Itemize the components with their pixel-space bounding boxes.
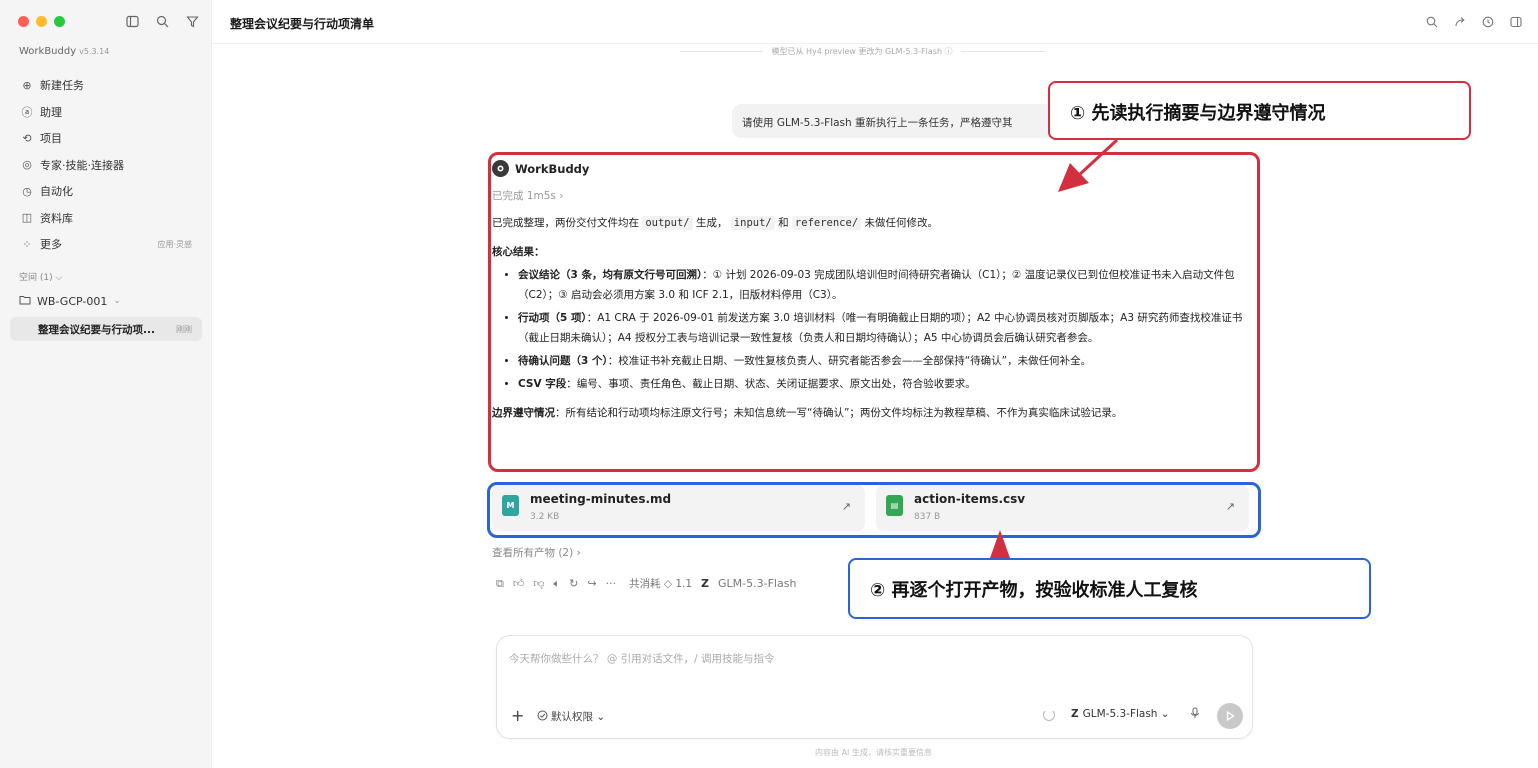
sidebar-item-label: 自动化 [40,185,73,199]
thumbs-up-icon[interactable]: 👍︎ [513,577,525,590]
callout-step-2: ② 再逐个打开产物，按验收标准人工复核 [848,558,1371,619]
check-circle-icon [537,710,548,724]
sidebar-item-label: 新建任务 [40,79,84,93]
more-icon[interactable]: ··· [606,577,617,590]
maximize-window-button[interactable] [54,16,65,27]
sidebar-item-projects[interactable]: ⟲ 项目 [0,125,212,152]
search-icon[interactable] [1424,14,1440,30]
sidebar-item-new-task[interactable]: ⊕ 新建任务 [0,72,212,99]
folder-icon [19,294,31,308]
filter-icon[interactable] [184,13,200,29]
model-logo-icon: Z [701,577,710,590]
model-selector[interactable]: Z GLM-5.3-Flash ⌄ [1071,708,1170,720]
share-icon[interactable]: ↪ [587,577,596,590]
sidebar-nav: ⊕ 新建任务 ⓐ 助理 ⟲ 项目 ◎ 专家·技能·连接器 ◷ 自动化 ◫ 资料库 ⁘ 更多 应用… [0,72,212,258]
window-controls [18,16,65,27]
task-item-active[interactable]: 整理会议纪要与行动项... 刚刚 [10,317,202,341]
task-label: 整理会议纪要与行动项... [38,323,155,336]
sidebar-item-label: 助理 [40,105,62,119]
user-message: 请使用 GLM-5.3-Flash 重新执行上一条任务，严格遵守其 [732,104,1062,138]
chevron-down-icon: ⌄ [113,296,121,306]
top-bar: 整理会议纪要与行动项清单 [213,0,1538,44]
plus-circle-icon: ⊕ [22,78,32,92]
artifacts-highlight-box [487,482,1261,538]
toggle-sidebar-icon[interactable] [124,13,140,29]
add-attachment-button[interactable]: + [511,706,524,725]
permission-label: 默认权限 ⌄ [551,711,606,723]
project-name: WB-GCP-001 [37,294,108,308]
divider [960,51,1045,52]
send-button[interactable] [1217,703,1243,729]
project-icon: ⟲ [22,131,32,145]
composer-input[interactable]: 今天帮你做些什么？ @ 引用对话文件，/ 调用技能与指令 [509,651,775,666]
space-label[interactable]: 空间 (1) ⌵ [19,270,62,283]
retry-icon[interactable]: ↻ [569,577,578,590]
app-version: v5.3.14 [79,47,110,56]
token-cost: 共消耗 ◇ 1.1 [629,578,693,590]
model-selector-label: GLM-5.3-Flash ⌄ [1082,708,1170,720]
book-icon: ◫ [21,211,33,225]
sidebar-item-experts[interactable]: ◎ 专家·技能·连接器 [0,152,212,179]
top-bar-actions [1424,14,1524,30]
loading-icon [1043,709,1055,721]
summary-highlight-box [488,152,1260,472]
sidebar-item-label: 项目 [40,132,62,146]
model-change-text: 模型已从 Hy4 preview 更改为 GLM-5.3-Flash ⓘ [771,47,953,56]
close-window-button[interactable] [18,16,29,27]
panel-toggle-icon[interactable] [1508,14,1524,30]
microphone-icon[interactable] [1190,707,1200,722]
sidebar-item-assistant[interactable]: ⓐ 助理 [0,99,212,126]
permission-selector[interactable]: 默认权限 ⌄ [537,709,605,724]
expert-icon: ◎ [22,158,32,172]
app-name: WorkBuddy v5.3.14 [19,46,110,57]
more-extra-label: 应用·灵感 [157,239,192,249]
sidebar-item-more[interactable]: ⁘ 更多 应用·灵感 [0,231,212,258]
search-icon[interactable] [154,13,170,29]
view-all-artifacts-link[interactable]: 查看所有产物 (2) › [492,545,581,560]
sidebar-item-library[interactable]: ◫ 资料库 [0,205,212,232]
model-name: GLM-5.3-Flash [718,577,797,590]
sidebar-tools [124,13,200,29]
sidebar-item-label: 资料库 [40,211,73,225]
model-logo-icon: Z [1071,708,1079,720]
sidebar-item-label: 专家·技能·连接器 [40,158,124,172]
share-icon[interactable] [1452,14,1468,30]
clock-icon: ◷ [22,184,32,198]
history-icon[interactable] [1480,14,1496,30]
message-actions: ⧉ 👍︎ 👎︎ 🔈︎ ↻ ↪ ··· 共消耗 ◇ 1.1 Z GLM-5.3-F… [496,576,796,591]
grid-icon: ⁘ [22,237,32,251]
callout-step-1: ① 先读执行摘要与边界遵守情况 [1048,81,1471,140]
sidebar: WorkBuddy v5.3.14 ⊕ 新建任务 ⓐ 助理 ⟲ 项目 ◎ 专家·技能·连接… [0,0,212,768]
task-time: 刚刚 [176,324,192,334]
project-folder[interactable]: WB-GCP-001 ⌄ [19,294,121,308]
page-title: 整理会议纪要与行动项清单 [230,17,375,31]
message-composer[interactable]: 今天帮你做些什么？ @ 引用对话文件，/ 调用技能与指令 + 默认权限 ⌄ Z … [496,635,1253,739]
assistant-icon: ⓐ [21,105,33,119]
copy-icon[interactable]: ⧉ [496,577,504,591]
model-change-note: 模型已从 Hy4 preview 更改为 GLM-5.3-Flash ⓘ [680,46,1045,57]
speaker-icon[interactable]: 🔈︎ [554,577,561,591]
thumbs-down-icon[interactable]: 👎︎ [533,577,544,590]
sidebar-item-label: 更多 [40,238,62,252]
ai-disclaimer: 内容由 AI 生成，请核实重要信息 [815,748,932,757]
sidebar-item-automation[interactable]: ◷ 自动化 [0,178,212,205]
minimize-window-button[interactable] [36,16,47,27]
divider [680,51,764,52]
